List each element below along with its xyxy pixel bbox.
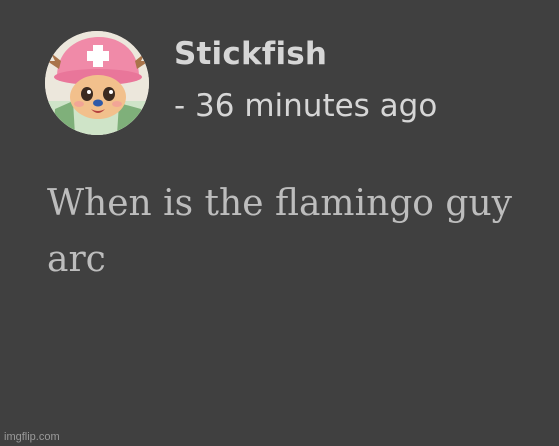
watermark: imgflip.com	[4, 431, 60, 443]
avatar[interactable]	[45, 31, 149, 135]
post-body-text: When is the flamingo guy arc	[47, 183, 512, 280]
post-card: Stickfish - 36 minutes ago When is the f…	[0, 0, 559, 446]
author-name[interactable]: Stickfish	[174, 36, 327, 72]
chopper-avatar-icon	[45, 31, 149, 135]
post-timestamp: - 36 minutes ago	[174, 88, 438, 124]
